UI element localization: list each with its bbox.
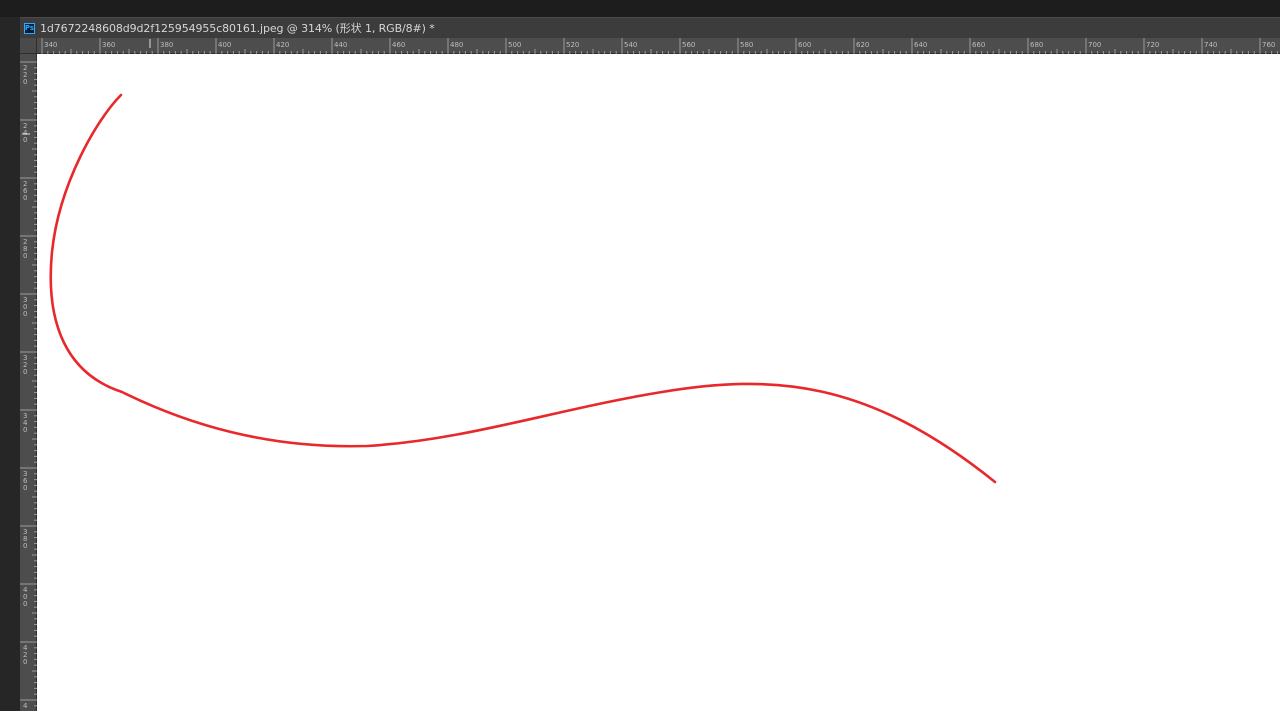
red-curve-path[interactable] bbox=[49, 93, 997, 484]
ruler-label-char: 0 bbox=[23, 252, 27, 260]
ruler-label-char: 0 bbox=[23, 194, 27, 202]
ruler-origin-corner[interactable] bbox=[20, 38, 37, 54]
ruler-label-char: 0 bbox=[23, 484, 27, 492]
horizontal-ruler-marks: 340 360 380 400 420 440 460 480 500 520 540 560 580 6… bbox=[41, 38, 1278, 54]
ruler-label: 540 bbox=[624, 41, 637, 49]
vertical-ruler-marks: 2202402602803003203403603804004204 bbox=[20, 61, 37, 710]
ruler-label-char: 4 bbox=[23, 702, 28, 710]
ruler-label: 720 bbox=[1146, 41, 1159, 49]
ruler-label: 460 bbox=[392, 41, 405, 49]
ruler-label: 480 bbox=[450, 41, 463, 49]
ruler-label-char: 0 bbox=[23, 542, 27, 550]
ruler-label: 500 bbox=[508, 41, 521, 49]
document-title: 1d7672248608d9d2f125954955c80161.jpeg @ … bbox=[40, 22, 435, 35]
ruler-label: 680 bbox=[1030, 41, 1043, 49]
ruler-label: 740 bbox=[1204, 41, 1217, 49]
ruler-label: 760 bbox=[1262, 41, 1275, 49]
ruler-label: 560 bbox=[682, 41, 695, 49]
ruler-label: 700 bbox=[1088, 41, 1101, 49]
ruler-label-char: 0 bbox=[23, 368, 27, 376]
ruler-label: 640 bbox=[914, 41, 927, 49]
ruler-label: 600 bbox=[798, 41, 811, 49]
ruler-label: 340 bbox=[44, 41, 57, 49]
ruler-label-char: 0 bbox=[23, 136, 27, 144]
vertical-ruler[interactable]: 2202402602803003203403603804004204 bbox=[20, 54, 37, 711]
ruler-label: 380 bbox=[160, 41, 173, 49]
canvas-drawing bbox=[49, 93, 997, 484]
ruler-label-char: 0 bbox=[23, 658, 27, 666]
top-bar bbox=[0, 0, 1280, 17]
document-tab[interactable]: Ps 1d7672248608d9d2f125954955c80161.jpeg… bbox=[20, 17, 1280, 38]
ps-app-icon: Ps bbox=[24, 22, 35, 34]
ruler-label: 440 bbox=[334, 41, 347, 49]
photoshop-window: Ps 1d7672248608d9d2f125954955c80161.jpeg… bbox=[0, 0, 1280, 711]
ruler-label-char: 0 bbox=[23, 310, 27, 318]
ruler-label: 520 bbox=[566, 41, 579, 49]
ruler-label-char: 0 bbox=[23, 426, 27, 434]
toolbar-strip bbox=[0, 17, 20, 711]
ruler-label: 360 bbox=[102, 41, 115, 49]
ruler-label: 580 bbox=[740, 41, 753, 49]
ruler-label: 620 bbox=[856, 41, 869, 49]
ruler-label: 660 bbox=[972, 41, 985, 49]
horizontal-ruler[interactable]: 340 360 380 400 420 440 460 480 500 520 540 560 580 6… bbox=[37, 38, 1280, 54]
ruler-label-char: 0 bbox=[23, 600, 27, 608]
ruler-label: 400 bbox=[218, 41, 231, 49]
ruler-label: 420 bbox=[276, 41, 289, 49]
ruler-label-char: 0 bbox=[23, 78, 27, 86]
document-canvas[interactable] bbox=[37, 54, 1280, 711]
